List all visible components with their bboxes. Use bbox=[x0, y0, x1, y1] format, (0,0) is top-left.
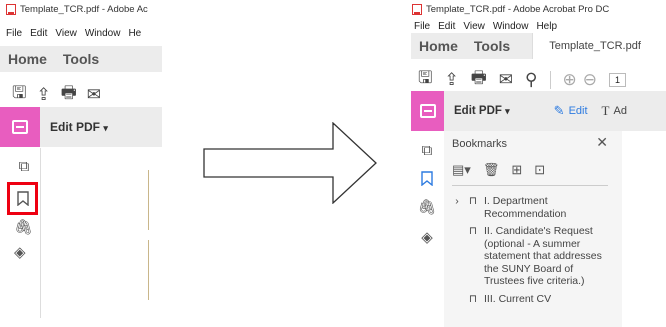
bookmark-find-icon[interactable]: ⊡ bbox=[534, 162, 545, 178]
bookmark-highlight bbox=[7, 182, 38, 215]
bookmark-item[interactable]: ⊓ III. Current CV bbox=[452, 293, 604, 306]
delete-bookmark-icon[interactable]: 🗑 bbox=[483, 162, 500, 178]
page-up-icon[interactable]: ⊕ bbox=[563, 70, 577, 90]
right-menubar: File Edit View Window Help bbox=[414, 21, 557, 32]
document-area bbox=[622, 131, 666, 327]
right-edit-pdf-menu[interactable]: Edit PDF ▾ bbox=[454, 105, 510, 117]
attachment-icon[interactable]: 🖇 bbox=[417, 198, 436, 216]
bookmark-item-icon: ⊓ bbox=[468, 225, 478, 237]
attachment-icon[interactable]: 🖇 bbox=[14, 218, 33, 236]
document-tab[interactable]: Template_TCR.pdf × bbox=[532, 33, 666, 59]
pages-icon[interactable]: ⧉ bbox=[422, 142, 433, 159]
bookmark-item-icon: ⊓ bbox=[468, 195, 478, 207]
right-edit-bar: Edit PDF ▾ ✎ Edit T Ad bbox=[411, 91, 666, 131]
email-icon[interactable]: ✉ bbox=[499, 70, 513, 90]
bookmark-options-icon[interactable]: ▤▾ bbox=[452, 162, 471, 178]
left-menubar: File Edit View Window He bbox=[6, 28, 141, 39]
panel-divider bbox=[452, 185, 608, 186]
upload-icon[interactable]: ⇪ bbox=[36, 85, 50, 105]
menu-file[interactable]: File bbox=[6, 28, 22, 39]
left-title-text: Template_TCR.pdf - Adobe Ac bbox=[20, 4, 148, 15]
bookmark-list: › ⊓ I. Department Recommendation ⊓ II. C… bbox=[452, 195, 604, 305]
left-divider bbox=[40, 148, 41, 318]
menu-window[interactable]: Window bbox=[493, 21, 529, 32]
menu-edit[interactable]: Edit bbox=[30, 28, 47, 39]
home-tab[interactable]: Home bbox=[0, 51, 55, 67]
menu-edit[interactable]: Edit bbox=[438, 21, 455, 32]
layers-icon[interactable]: ◈ bbox=[14, 243, 26, 261]
edit-pdf-tool-icon[interactable] bbox=[411, 91, 444, 131]
menu-view[interactable]: View bbox=[463, 21, 485, 32]
bookmark-icon[interactable] bbox=[16, 191, 29, 206]
edit-button[interactable]: ✎ Edit bbox=[554, 103, 588, 119]
search-icon[interactable]: ⚲ bbox=[525, 70, 537, 90]
panel-close-icon[interactable]: ✕ bbox=[596, 134, 608, 151]
left-window-title: Template_TCR.pdf - Adobe Ac bbox=[6, 4, 148, 15]
menu-help[interactable]: Help bbox=[536, 21, 557, 32]
bookmark-icon[interactable] bbox=[421, 171, 433, 186]
home-tab[interactable]: Home bbox=[411, 38, 466, 54]
left-toolbar: 🖫 ⇪ 🖶 ✉ bbox=[12, 80, 101, 109]
layers-icon[interactable]: ◈ bbox=[421, 228, 433, 246]
pdf-file-icon bbox=[412, 4, 422, 15]
left-edit-pdf-menu[interactable]: Edit PDF ▾ bbox=[50, 120, 108, 134]
right-sidebar: ⧉ 🖇 ◈ bbox=[416, 142, 438, 246]
right-window-title: Template_TCR.pdf - Adobe Acrobat Pro DC bbox=[412, 4, 609, 15]
document-edge bbox=[148, 240, 149, 300]
bookmark-label: II. Candidate's Request (optional - A su… bbox=[484, 225, 602, 287]
toolbar-separator bbox=[549, 70, 551, 89]
pages-icon[interactable]: ⧉ bbox=[19, 158, 30, 175]
bookmarks-panel-title: Bookmarks bbox=[452, 138, 508, 150]
save-icon[interactable]: 🖫 bbox=[418, 65, 432, 94]
bookmark-label: I. Department Recommendation bbox=[484, 195, 567, 220]
new-bookmark-icon[interactable]: ⊞ bbox=[511, 162, 522, 178]
save-icon[interactable]: 🖫 bbox=[12, 80, 26, 109]
left-nav-bar: Home Tools bbox=[0, 46, 162, 72]
expand-chevron-icon[interactable]: › bbox=[452, 195, 462, 220]
edit-pdf-tool-icon[interactable] bbox=[0, 107, 40, 147]
menu-file[interactable]: File bbox=[414, 21, 430, 32]
document-edge bbox=[148, 170, 149, 230]
bookmarks-toolbar: ▤▾ 🗑 ⊞ ⊡ bbox=[452, 162, 545, 178]
tab-close-icon[interactable]: × bbox=[659, 39, 666, 53]
left-edit-bar: Edit PDF ▾ bbox=[0, 107, 162, 147]
bookmark-item-icon: ⊓ bbox=[468, 292, 478, 305]
menu-window[interactable]: Window bbox=[85, 28, 121, 39]
menu-view[interactable]: View bbox=[55, 28, 77, 39]
left-sidebar: ⧉ bbox=[12, 158, 36, 175]
bookmark-item[interactable]: ⊓ II. Candidate's Request (optional - A … bbox=[452, 225, 604, 288]
right-nav-bar: Home Tools Template_TCR.pdf × bbox=[411, 33, 666, 59]
document-tab-label: Template_TCR.pdf bbox=[549, 40, 641, 52]
right-title-text: Template_TCR.pdf - Adobe Acrobat Pro DC bbox=[426, 4, 610, 15]
bookmark-label: III. Current CV bbox=[484, 292, 552, 305]
page-number-field[interactable]: 1 bbox=[609, 72, 627, 87]
email-icon[interactable]: ✉ bbox=[87, 85, 101, 105]
tools-tab[interactable]: Tools bbox=[55, 51, 107, 67]
upload-icon[interactable]: ⇪ bbox=[444, 70, 458, 90]
print-icon[interactable]: 🖶 bbox=[61, 80, 77, 109]
tools-tab[interactable]: Tools bbox=[466, 38, 518, 54]
pdf-file-icon bbox=[6, 4, 16, 15]
right-toolbar: 🖫 ⇪ 🖶 ✉ ⚲ ⊕ ⊖ 1 bbox=[418, 65, 627, 94]
bookmarks-panel: Bookmarks ✕ ▤▾ 🗑 ⊞ ⊡ › ⊓ I. Department R… bbox=[444, 131, 623, 327]
right-arrow-icon bbox=[203, 122, 377, 204]
print-icon[interactable]: 🖶 bbox=[471, 65, 487, 94]
add-text-button[interactable]: T Ad bbox=[602, 103, 627, 119]
page-down-icon[interactable]: ⊖ bbox=[583, 70, 597, 90]
edit-text-icon: ✎ bbox=[553, 103, 565, 118]
bookmark-item[interactable]: › ⊓ I. Department Recommendation bbox=[452, 195, 604, 220]
menu-help[interactable]: He bbox=[128, 28, 141, 39]
text-tool-icon: T bbox=[601, 103, 610, 118]
